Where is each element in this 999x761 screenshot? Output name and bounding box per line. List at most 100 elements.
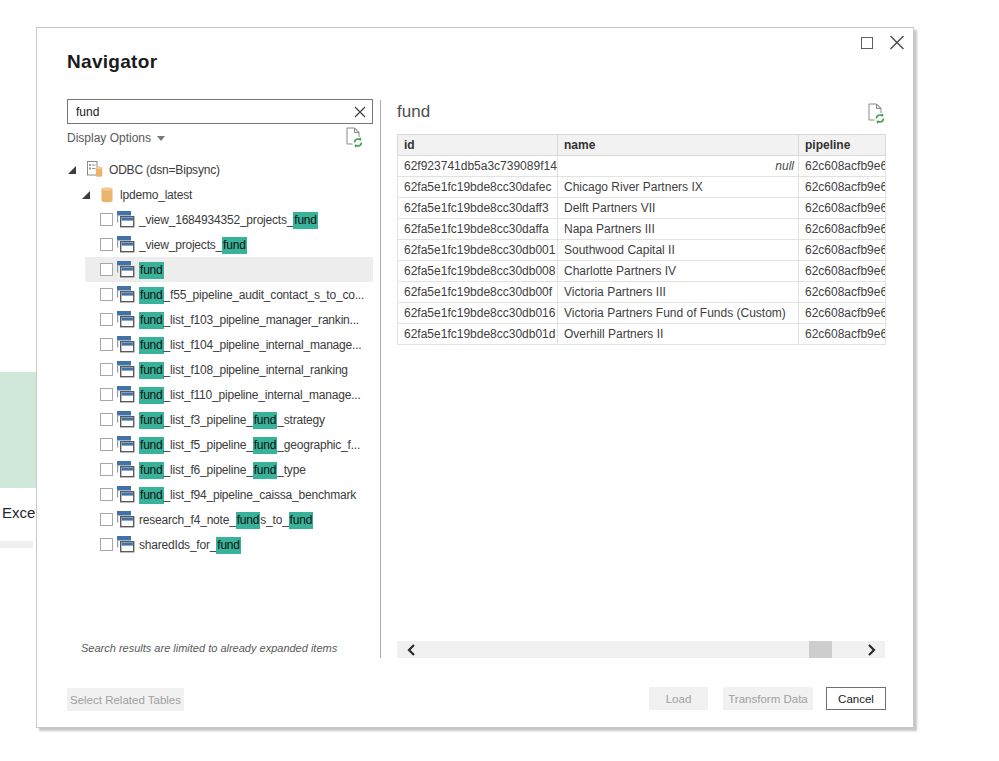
table-row: 62fa5e1fc19bde8cc30db01dOverhill Partner… — [398, 324, 886, 345]
transform-data-button[interactable]: Transform Data — [723, 687, 813, 710]
select-related-tables-button[interactable]: Select Related Tables — [67, 688, 184, 711]
tree-item-label[interactable]: fund_list_f6_pipeline_fund_type — [139, 463, 306, 477]
table-row: 62fa5e1fc19bde8cc30db00fVictoria Partner… — [398, 282, 886, 303]
tree-item[interactable]: _view_projects_fund — [37, 232, 373, 257]
tree-item-label[interactable]: fund — [139, 263, 164, 277]
expanded-arrow-icon — [82, 191, 90, 199]
tree-item[interactable]: fund_list_f104_pipeline_internal_manage.… — [37, 332, 373, 357]
tree-source-label[interactable]: ODBC (dsn=Bipsync) — [109, 163, 220, 177]
tree-item-label[interactable]: fund_list_f108_pipeline_internal_ranking — [139, 363, 348, 377]
tree-item-label[interactable]: fund_list_f3_pipeline_fund_strategy — [139, 413, 325, 427]
tree-item-label[interactable]: research_f4_note_funds_to_fund — [139, 513, 313, 527]
preview-table-title: fund — [397, 102, 430, 122]
item-checkbox[interactable] — [100, 463, 113, 476]
tree-item[interactable]: fund — [37, 257, 373, 282]
clear-search-button[interactable] — [348, 101, 372, 123]
tree-item[interactable]: fund_list_f6_pipeline_fund_type — [37, 457, 373, 482]
item-checkbox[interactable] — [100, 438, 113, 451]
item-checkbox[interactable] — [100, 213, 113, 226]
display-options-dropdown[interactable]: Display Options — [67, 131, 165, 145]
cell-name: Victoria Partners III — [558, 282, 799, 303]
search-limit-note: Search results are limited to already ex… — [81, 642, 357, 654]
tree-item-label[interactable]: fund_list_f110_pipeline_internal_manage.… — [139, 388, 361, 402]
scroll-left-button[interactable] — [397, 641, 425, 658]
cell-id: 62f923741db5a3c739089f14 — [398, 156, 558, 177]
table-icon — [117, 436, 135, 453]
search-input[interactable]: fund — [67, 99, 373, 124]
tree-item-label[interactable]: fund_list_f5_pipeline_fund_geographic_f.… — [139, 438, 360, 452]
item-checkbox[interactable] — [100, 363, 113, 376]
refresh-preview-icon — [868, 103, 886, 125]
cell-pipeline: 62c608acfb9e6ed — [799, 156, 886, 177]
tree-item-label[interactable]: fund_list_f94_pipeline_caissa_benchmark — [139, 488, 356, 502]
table-row: 62fa5e1fc19bde8cc30db008Charlotte Partne… — [398, 261, 886, 282]
cell-pipeline: 62c608acfb9e6ed — [799, 282, 886, 303]
table-row: 62fa5e1fc19bde8cc30db001Southwood Capita… — [398, 240, 886, 261]
maximize-icon — [861, 37, 873, 49]
table-row: 62fa5e1fc19bde8cc30daffaNapa Partners II… — [398, 219, 886, 240]
maximize-button[interactable] — [860, 36, 874, 50]
panel-divider — [380, 100, 381, 658]
cell-pipeline: 62c608acfb9e6ed — [799, 261, 886, 282]
item-checkbox[interactable] — [100, 263, 113, 276]
item-checkbox[interactable] — [100, 238, 113, 251]
expand-arrow[interactable] — [82, 191, 90, 199]
excel-statusbar-strip — [0, 541, 33, 548]
tree-item[interactable]: _view_1684934352_projects_fund — [37, 207, 373, 232]
refresh-preview-icon — [346, 127, 364, 149]
table-row: 62fa5e1fc19bde8cc30db016Victoria Partner… — [398, 303, 886, 324]
cell-name: Southwood Capital II — [558, 240, 799, 261]
table-icon — [117, 411, 135, 428]
tree-item-label[interactable]: _view_1684934352_projects_fund — [139, 213, 318, 227]
cell-pipeline: 62c608acfb9e6ed — [799, 303, 886, 324]
refresh-preview-button[interactable] — [346, 127, 364, 149]
tree-item-label[interactable]: _view_projects_fund — [139, 238, 247, 252]
display-options-label: Display Options — [67, 131, 151, 145]
table-icon — [117, 236, 135, 253]
load-button[interactable]: Load — [649, 687, 708, 710]
expand-arrow[interactable] — [68, 166, 76, 174]
tree-item[interactable]: fund_f55_pipeline_audit_contact_s_to_co.… — [37, 282, 373, 307]
preview-table-header-row: idnamepipeline — [398, 135, 886, 156]
refresh-preview-table-button[interactable] — [868, 103, 886, 125]
table-icon — [117, 261, 135, 278]
close-button[interactable] — [889, 34, 906, 51]
tree-item-label[interactable]: sharedIds_for_fund — [139, 538, 241, 552]
item-checkbox[interactable] — [100, 388, 113, 401]
tree-item-label[interactable]: fund_list_f104_pipeline_internal_manage.… — [139, 338, 361, 352]
excel-window-title: Excel — [2, 504, 39, 521]
item-checkbox[interactable] — [100, 413, 113, 426]
horizontal-scrollbar[interactable] — [397, 641, 885, 658]
item-checkbox[interactable] — [100, 538, 113, 551]
odbc-source-icon — [87, 161, 104, 178]
cell-pipeline: 62c608acfb9e6ed — [799, 219, 886, 240]
tree-item[interactable]: fund_list_f94_pipeline_caissa_benchmark — [37, 482, 373, 507]
table-icon — [117, 386, 135, 403]
tree-item[interactable]: fund_list_f108_pipeline_internal_ranking — [37, 357, 373, 382]
tree-item-label[interactable]: fund_f55_pipeline_audit_contact_s_to_co.… — [139, 288, 364, 302]
table-row: 62fa5e1fc19bde8cc30dafecChicago River Pa… — [398, 177, 886, 198]
tree-item[interactable]: fund_list_f5_pipeline_fund_geographic_f.… — [37, 432, 373, 457]
navigator-dialog: Navigator fund Display Options ODBC (ds — [36, 27, 914, 728]
tree-item[interactable]: fund_list_f103_pipeline_manager_rankin..… — [37, 307, 373, 332]
item-checkbox[interactable] — [100, 313, 113, 326]
scroll-right-icon — [867, 644, 876, 656]
tree-item[interactable]: fund_list_f110_pipeline_internal_manage.… — [37, 382, 373, 407]
scrollbar-thumb[interactable] — [809, 641, 832, 658]
scroll-right-button[interactable] — [857, 641, 885, 658]
preview-table: idnamepipeline 62f923741db5a3c739089f14n… — [397, 134, 886, 345]
item-checkbox[interactable] — [100, 288, 113, 301]
cell-id: 62fa5e1fc19bde8cc30db00f — [398, 282, 558, 303]
tree-item[interactable]: sharedIds_for_fund — [37, 532, 373, 557]
tree-item[interactable]: fund_list_f3_pipeline_fund_strategy — [37, 407, 373, 432]
tree-item[interactable]: research_f4_note_funds_to_fund — [37, 507, 373, 532]
cell-name: Overhill Partners II — [558, 324, 799, 345]
item-checkbox[interactable] — [100, 338, 113, 351]
item-checkbox[interactable] — [100, 513, 113, 526]
cancel-button[interactable]: Cancel — [826, 687, 886, 710]
tree-database-label[interactable]: lpdemo_latest — [120, 188, 192, 202]
item-checkbox[interactable] — [100, 488, 113, 501]
table-icon — [117, 211, 135, 228]
table-icon — [117, 286, 135, 303]
tree-item-label[interactable]: fund_list_f103_pipeline_manager_rankin..… — [139, 313, 359, 327]
